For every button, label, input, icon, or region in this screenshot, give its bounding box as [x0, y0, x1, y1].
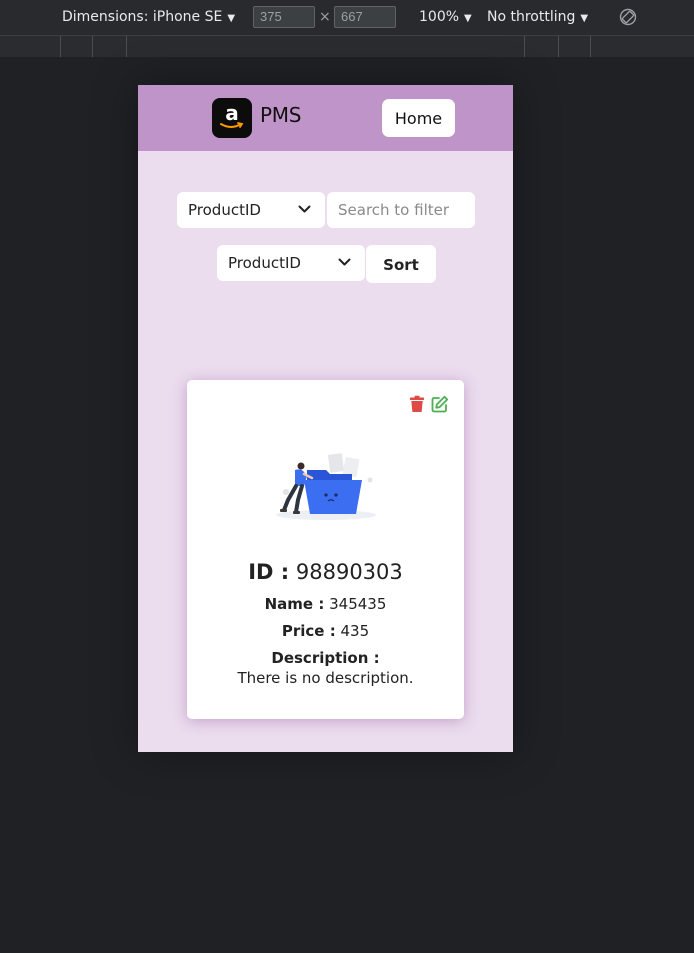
- zoom-select-label: 100%: [419, 9, 460, 25]
- empty-folder-illustration: [276, 453, 376, 520]
- times-sign: ×: [319, 9, 331, 25]
- chevron-down-icon: ▼: [580, 13, 589, 24]
- sort-field-select[interactable]: ProductID: [217, 245, 365, 281]
- delete-icon[interactable]: [409, 395, 425, 413]
- throttling-select-label: No throttling: [487, 9, 576, 25]
- search-input[interactable]: [327, 192, 475, 228]
- throttling-select[interactable]: No throttling ▼: [487, 9, 588, 25]
- home-button[interactable]: Home: [382, 99, 455, 137]
- description-label: Description :: [271, 649, 380, 667]
- height-input[interactable]: [334, 6, 396, 28]
- description-value: There is no description.: [237, 669, 414, 687]
- price-value: 435: [340, 622, 370, 640]
- devtools-toolbar: Dimensions: iPhone SE ▼ × 100% ▼ No thrott…: [0, 0, 694, 36]
- media-query-bar: [0, 36, 694, 58]
- device-select[interactable]: Dimensions: iPhone SE ▼: [62, 9, 235, 25]
- sort-field-value: ProductID: [228, 254, 301, 272]
- chevron-down-icon: [298, 205, 311, 213]
- id-label: ID :: [248, 560, 290, 584]
- width-input[interactable]: [253, 6, 315, 28]
- product-card: ID : 98890303 Name : 345435 Price : 435 …: [187, 380, 464, 719]
- id-value: 98890303: [295, 560, 403, 584]
- product-id: ID : 98890303: [187, 560, 464, 584]
- amazon-logo[interactable]: a: [212, 98, 252, 138]
- device-select-label: Dimensions: iPhone SE: [62, 9, 223, 25]
- filter-field-select[interactable]: ProductID: [177, 192, 325, 228]
- device-viewport: a PMS Home ProductID ProductID Sort: [138, 85, 513, 752]
- filter-field-value: ProductID: [188, 201, 261, 219]
- chevron-down-icon: [338, 258, 351, 266]
- rotate-icon[interactable]: [619, 8, 637, 26]
- name-value: 345435: [329, 595, 387, 613]
- price-label: Price :: [281, 622, 336, 640]
- edit-icon[interactable]: [431, 395, 449, 413]
- product-price: Price : 435: [187, 622, 464, 640]
- chevron-down-icon: ▼: [227, 13, 236, 24]
- product-name: Name : 345435: [187, 595, 464, 613]
- chevron-down-icon: ▼: [464, 13, 472, 24]
- smile-arrow-icon: [220, 122, 244, 128]
- navbar: a PMS Home: [138, 85, 513, 151]
- name-label: Name :: [264, 595, 325, 613]
- zoom-select[interactable]: 100% ▼: [419, 9, 472, 25]
- sort-button[interactable]: Sort: [366, 245, 436, 283]
- brand-name[interactable]: PMS: [260, 103, 301, 127]
